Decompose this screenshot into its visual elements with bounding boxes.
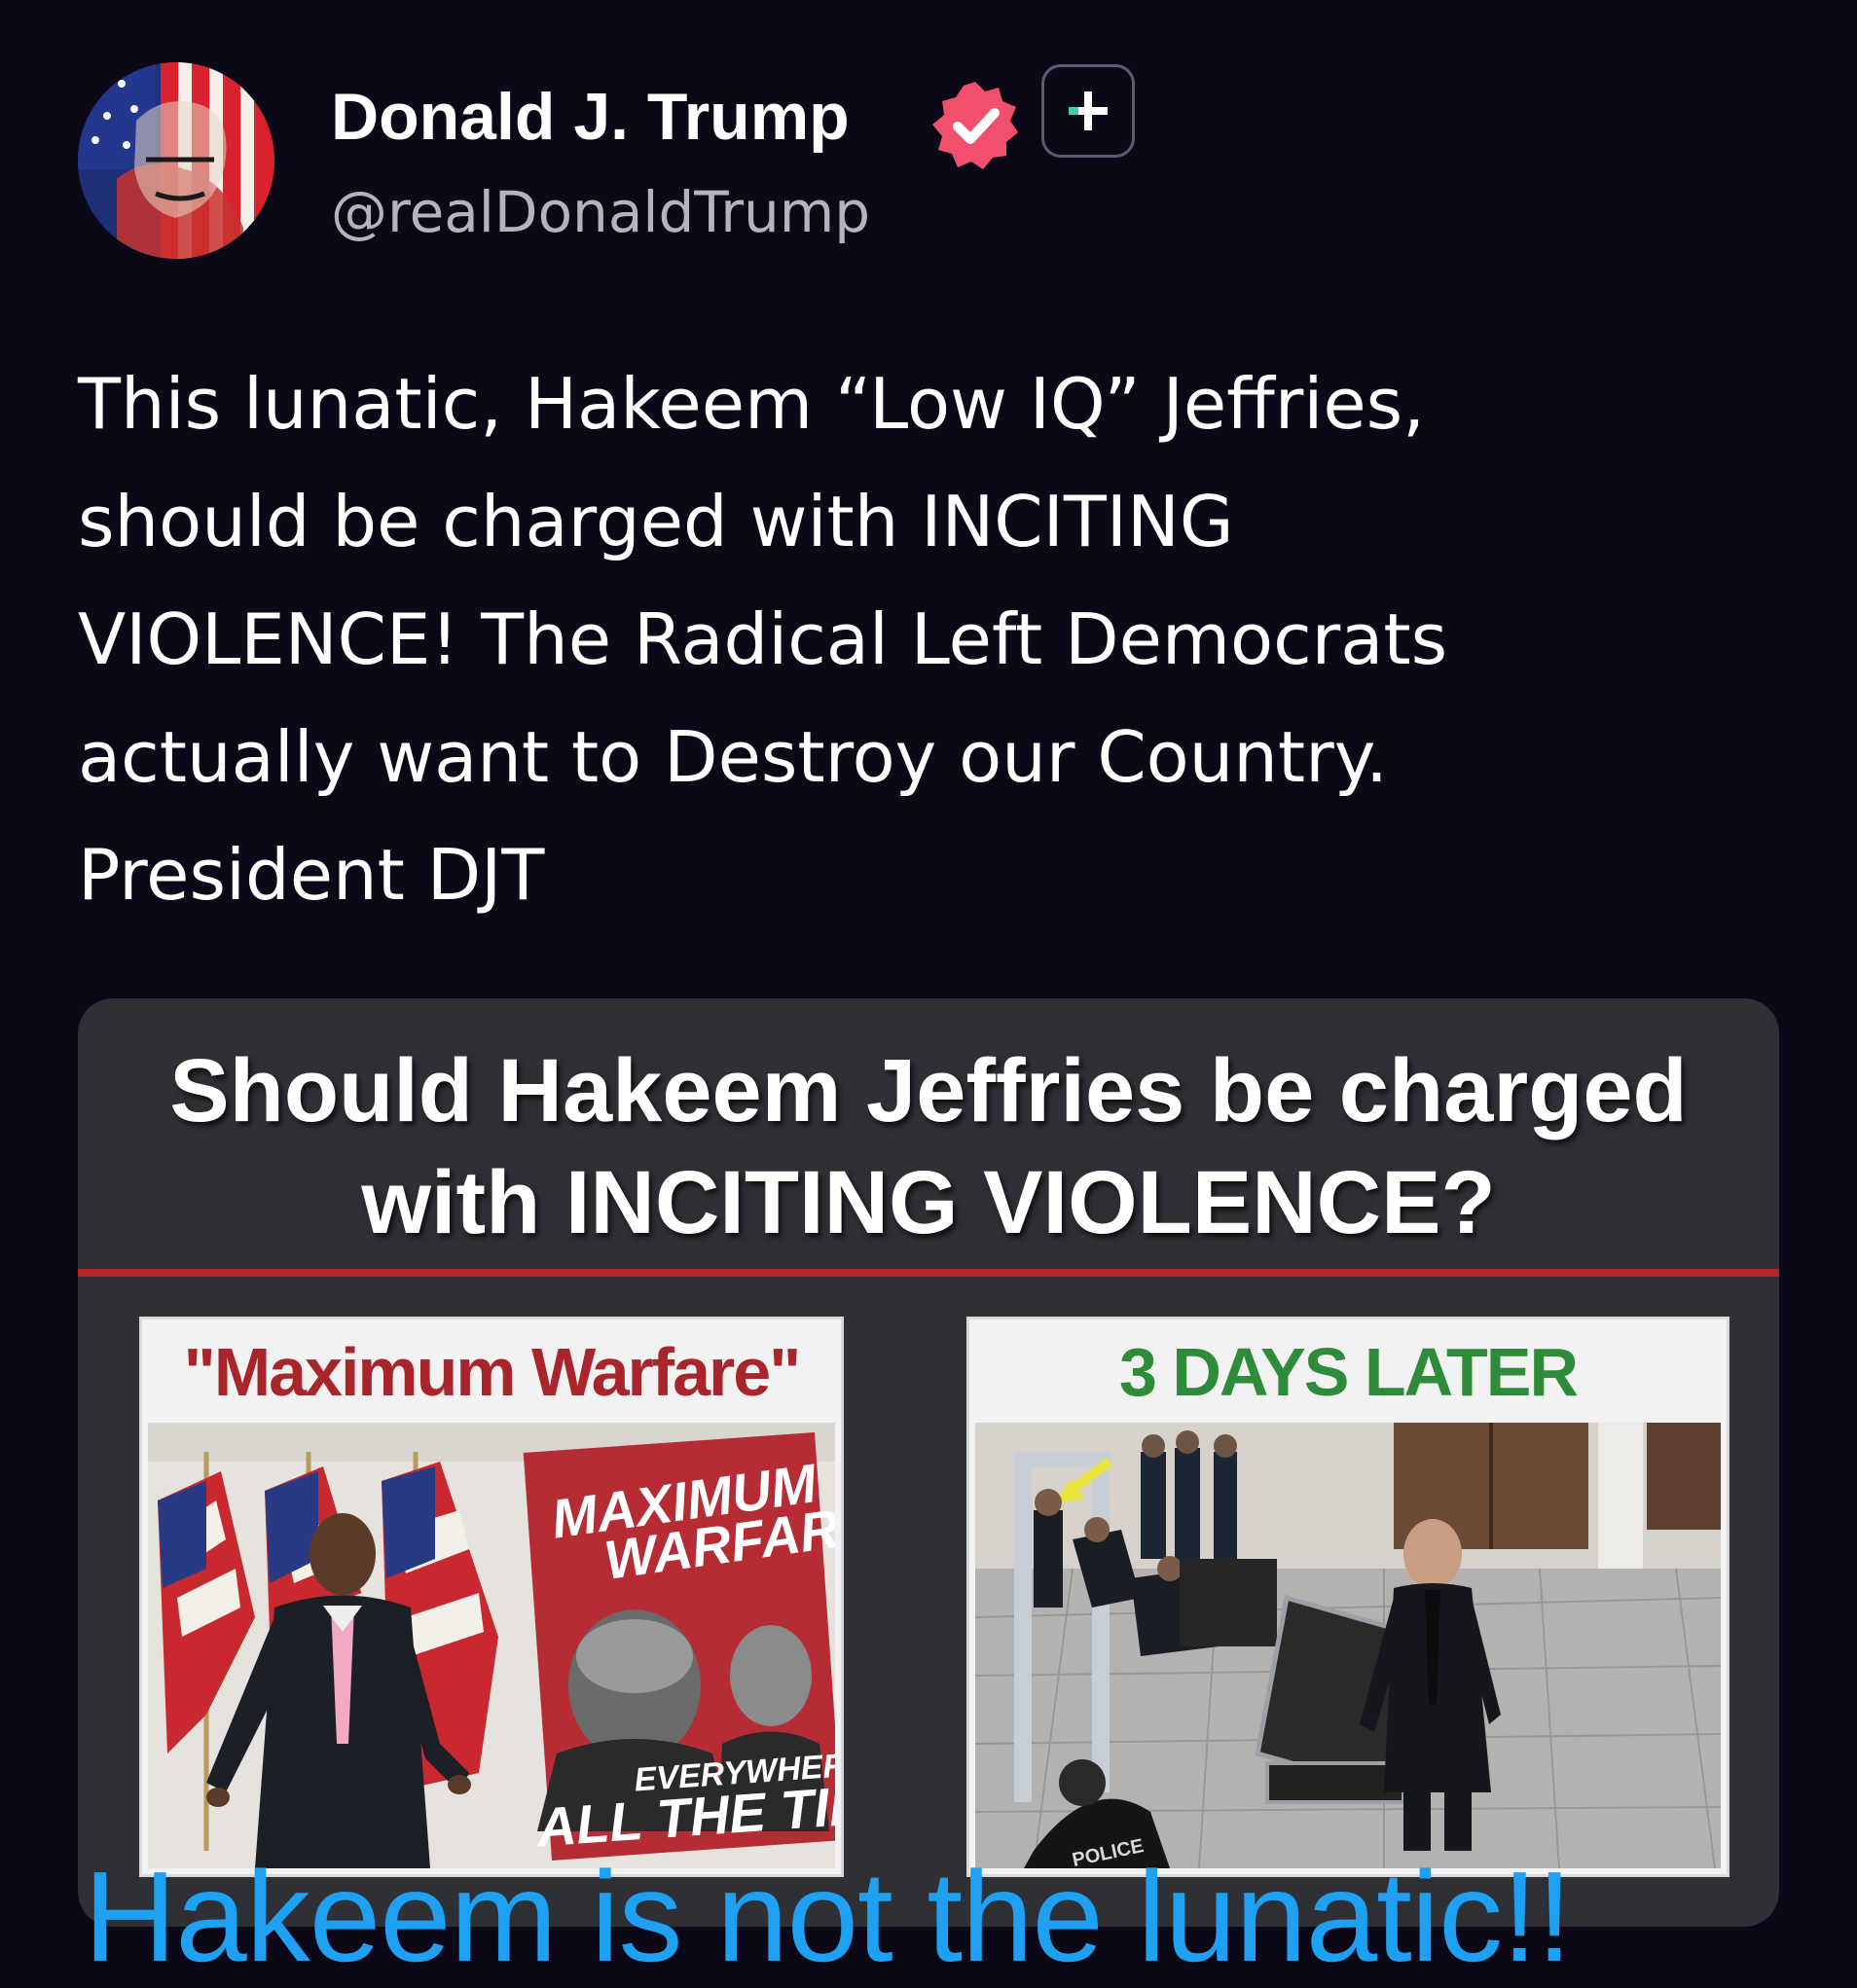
right-panel: 3 DAYS LATER POLICE xyxy=(969,1319,1727,1874)
avatar[interactable] xyxy=(78,62,274,259)
media-headline-line: Should Hakeem Jeffries be charged xyxy=(169,1041,1688,1140)
user-handle[interactable]: @realDonaldTrump xyxy=(331,177,870,247)
right-panel-caption: 3 DAYS LATER xyxy=(1119,1334,1579,1410)
verified-badge-icon xyxy=(927,78,1024,175)
avatar-portrait xyxy=(78,62,274,259)
follow-button[interactable] xyxy=(1041,64,1135,158)
media-headline-line: with INCITING VIOLENCE? xyxy=(361,1153,1496,1252)
right-panel-photo: POLICE xyxy=(975,1423,1721,1868)
post-text-line: VIOLENCE! The Radical Left Democrats xyxy=(78,598,1448,680)
post-text-line: should be charged with INCITING xyxy=(78,481,1234,562)
media-headline: Should Hakeem Jeffries be charged with I… xyxy=(78,1035,1779,1259)
display-name[interactable]: Donald J. Trump xyxy=(331,78,850,156)
post-text-line: This lunatic, Hakeem “Low IQ” Jeffries, xyxy=(78,363,1426,445)
plus-icon xyxy=(1069,91,1108,130)
media-card[interactable]: Should Hakeem Jeffries be charged with I… xyxy=(78,998,1779,1927)
post-text: This lunatic, Hakeem “Low IQ” Jeffries, … xyxy=(78,345,1810,934)
post-text-line: President DJT xyxy=(78,834,545,916)
left-panel-caption: "Maximum Warfare" xyxy=(183,1334,802,1410)
left-panel-photo: MAXIMUM WARFARE EVERYWHERE. ALL THE TIME… xyxy=(148,1423,835,1868)
left-panel: "Maximum Warfare" MAXIMUM WARFARE EVERYW… xyxy=(142,1319,841,1874)
post-header: Donald J. Trump @realDonaldTrump xyxy=(78,62,1148,267)
red-divider xyxy=(78,1269,1779,1277)
overlay-caption: Hakeem is not the lunatic!! xyxy=(84,1845,1572,1988)
post-text-line: actually want to Destroy our Country. xyxy=(78,716,1388,798)
